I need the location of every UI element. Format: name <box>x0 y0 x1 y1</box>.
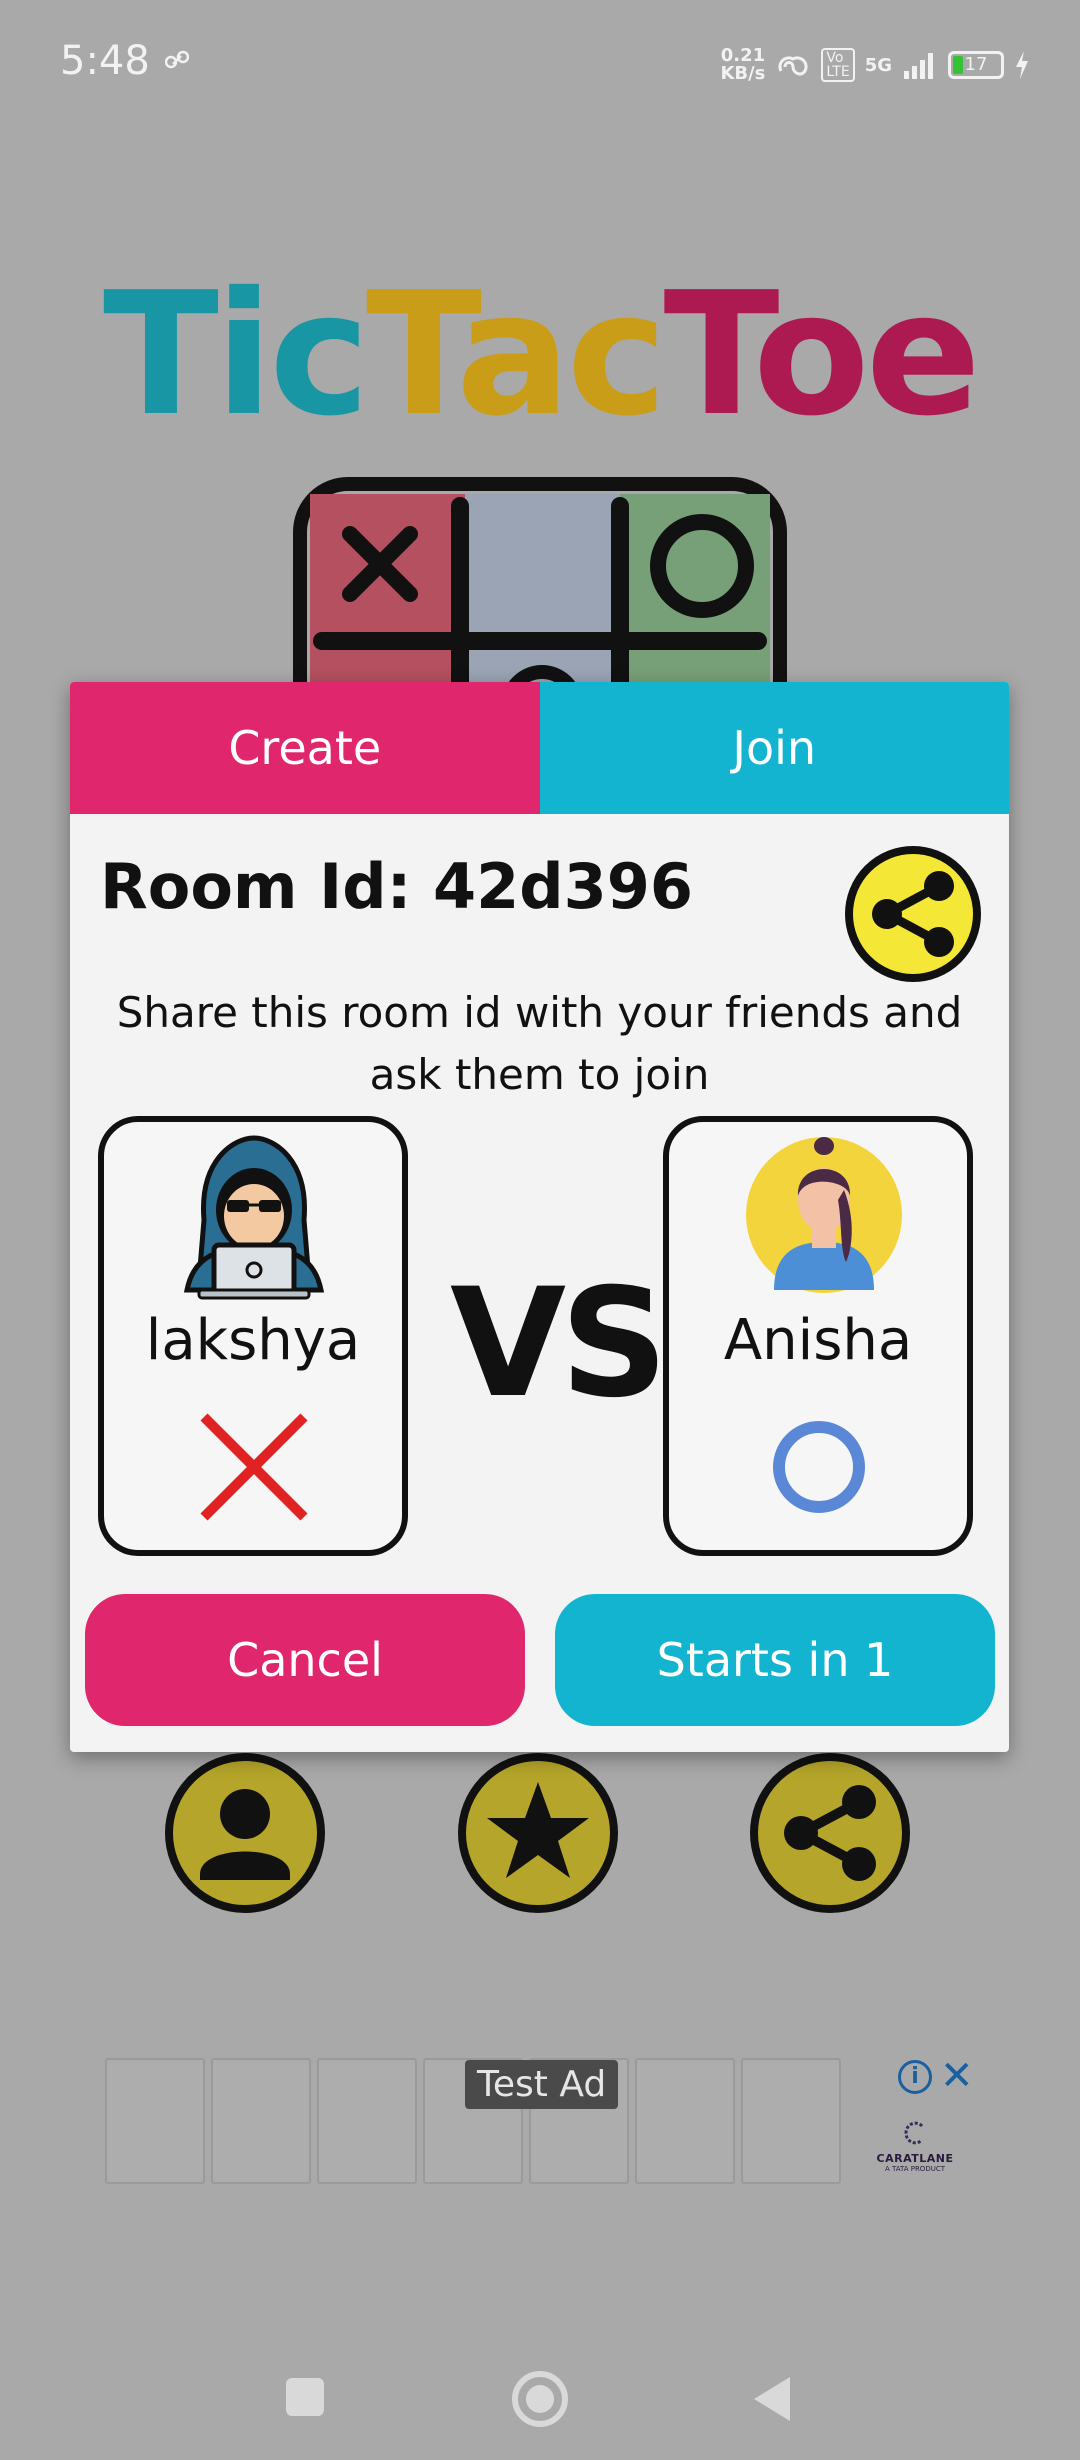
status-icons: 0.21 KB/s Vo LTE 5G 17 <box>720 40 1030 90</box>
status-bar: 5:48 0.21 KB/s Vo LTE 5G 17 <box>0 0 1080 120</box>
dialog-tabs: Create Join <box>70 682 1009 814</box>
back-icon[interactable] <box>752 2375 792 2423</box>
test-ad-label: Test Ad <box>465 2060 619 2109</box>
profile-button[interactable] <box>164 1752 326 1914</box>
link-icon <box>165 50 189 69</box>
player2-card: Anisha <box>663 1116 973 1556</box>
share-message: Share this room id with your friends and… <box>116 988 963 1099</box>
person-icon <box>220 1789 270 1839</box>
volte-line1: Vo <box>826 50 844 66</box>
rate-button[interactable] <box>457 1752 619 1914</box>
hotspot-icon <box>778 56 808 76</box>
o-mark-icon <box>773 1421 865 1513</box>
x-mark-icon <box>200 1413 308 1521</box>
volte-badge: Vo LTE <box>821 48 855 82</box>
logo-toe: Toe <box>663 256 981 454</box>
charging-icon <box>1016 51 1028 79</box>
volte-line2: LTE <box>826 64 850 80</box>
tab-join[interactable]: Join <box>539 682 1009 814</box>
ad-brand-name: CARATLANE <box>876 2152 954 2165</box>
ad-info-icon[interactable]: i <box>898 2060 932 2094</box>
signal-icon <box>904 53 933 79</box>
ad-product-image[interactable] <box>317 2058 417 2184</box>
caratlane-logo-icon <box>904 2121 924 2145</box>
player2-name: Anisha <box>723 1308 913 1373</box>
woman-avatar-icon <box>746 1137 902 1293</box>
ad-brand-sub: A TATA PRODUCT <box>884 2165 945 2173</box>
room-id-label: Room Id: 42d396 <box>100 850 694 923</box>
net-speed: 0.21 KB/s <box>720 47 765 83</box>
ad-product-image[interactable] <box>211 2058 311 2184</box>
ad-brand-logo: CARATLANE A TATA PRODUCT <box>870 2118 960 2173</box>
share-room-button[interactable] <box>843 844 983 984</box>
battery-level: 17 <box>964 54 988 75</box>
ad-product-image[interactable] <box>741 2058 841 2184</box>
player1-card: lakshya <box>98 1116 408 1556</box>
tab-create[interactable]: Create <box>70 682 540 814</box>
cancel-button[interactable]: Cancel <box>85 1594 525 1726</box>
ad-banner[interactable]: Test Ad i ✕ CARATLANE A TATA PRODUCT <box>105 2056 974 2186</box>
ad-product-image[interactable] <box>635 2058 735 2184</box>
start-countdown-button[interactable]: Starts in 1 <box>555 1594 995 1726</box>
vs-label: VS <box>450 1257 668 1431</box>
battery-icon: 17 <box>948 51 1004 79</box>
player1-name: lakshya <box>145 1308 361 1373</box>
share-app-button[interactable] <box>749 1752 911 1914</box>
ad-product-image[interactable] <box>105 2058 205 2184</box>
ad-close-icon[interactable]: ✕ <box>940 2056 974 2096</box>
network-type: 5G <box>864 54 892 76</box>
hacker-avatar-icon <box>183 1135 325 1300</box>
room-dialog: Create Join Room Id: 42d396 Share this r… <box>70 682 1009 1752</box>
logo-tic: Tic <box>102 256 370 454</box>
logo-tac: Tac <box>365 256 668 454</box>
net-speed-unit: KB/s <box>720 63 766 84</box>
board-logo-icon <box>293 477 787 696</box>
system-nav-bar <box>0 2340 1080 2460</box>
status-time: 5:48 <box>60 38 150 84</box>
recents-icon[interactable] <box>283 2375 327 2419</box>
home-icon[interactable] <box>511 2370 569 2428</box>
app-logo-title: TicTacToe <box>0 270 1080 440</box>
